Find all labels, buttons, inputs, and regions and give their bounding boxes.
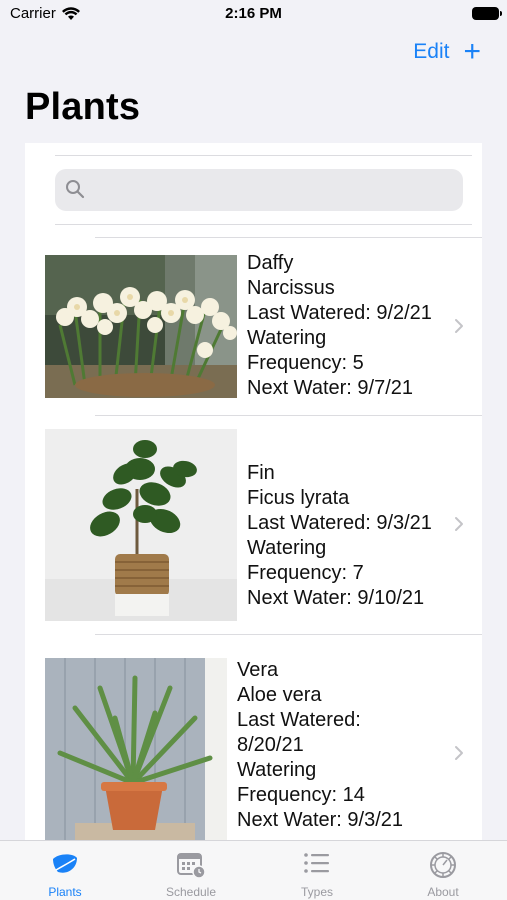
tab-about[interactable]: About (380, 841, 506, 900)
plant-details: Fin Ficus lyrata Last Watered: 9/3/21 Wa… (247, 461, 432, 611)
separator (55, 155, 472, 156)
chevron-right-icon (455, 319, 463, 333)
tab-label: Types (300, 885, 333, 899)
tab-plants[interactable]: Plants (2, 841, 128, 900)
tab-schedule[interactable]: Schedule (128, 841, 254, 900)
edit-button[interactable]: Edit (413, 40, 449, 64)
separator (55, 224, 472, 225)
next-water: Next Water: 9/7/21 (247, 377, 413, 399)
next-water: Next Water: 9/10/21 (247, 587, 425, 609)
plant-species: Aloe vera (237, 684, 322, 706)
last-watered: Last Watered: 9/2/21 (247, 302, 432, 324)
plant-species: Narcissus (247, 277, 335, 299)
last-watered-label: Last Watered: (237, 709, 361, 731)
status-time: 2:16 PM (225, 5, 282, 22)
plant-name: Fin (247, 462, 275, 484)
watering-label: Watering (247, 327, 327, 349)
tab-bar: Plants Schedule Types About (0, 840, 507, 900)
plant-name: Vera (237, 659, 279, 681)
watering-frequency: Frequency: 7 (247, 562, 364, 584)
watering-frequency: Frequency: 14 (237, 784, 365, 806)
next-water: Next Water: 9/3/21 (237, 809, 403, 831)
tab-types[interactable]: Types (254, 841, 380, 900)
plant-details: Vera Aloe vera Last Watered: 8/20/21 Wat… (237, 658, 403, 833)
add-plant-button[interactable]: + (463, 37, 481, 67)
watering-label: Watering (247, 537, 327, 559)
calendar-clock-icon (177, 853, 206, 879)
watering-frequency: Frequency: 5 (247, 352, 364, 374)
plant-species: Ficus lyrata (247, 487, 350, 509)
status-bar: Carrier 2:16 PM (0, 0, 507, 30)
chevron-right-icon (455, 746, 463, 760)
gear-icon (430, 852, 456, 878)
list-item[interactable]: Fin Ficus lyrata Last Watered: 9/3/21 Wa… (25, 416, 482, 634)
plant-name: Daffy (247, 252, 294, 274)
list-item[interactable]: Daffy Narcissus Last Watered: 9/2/21 Wat… (25, 238, 482, 415)
last-watered-date: 8/20/21 (237, 734, 304, 756)
search-input[interactable] (55, 169, 463, 211)
watering-label: Watering (237, 759, 317, 781)
tab-label: Schedule (165, 885, 217, 899)
tab-label: About (427, 885, 459, 899)
plant-photo (45, 658, 227, 843)
plant-details: Daffy Narcissus Last Watered: 9/2/21 Wat… (247, 251, 432, 401)
plant-photo (45, 255, 237, 398)
last-watered: Last Watered: 9/3/21 (247, 512, 432, 534)
battery-icon (472, 7, 502, 20)
tab-label: Plants (48, 885, 82, 899)
list-item[interactable]: Vera Aloe vera Last Watered: 8/20/21 Wat… (25, 635, 482, 843)
leaf-icon (53, 854, 77, 873)
search-icon (66, 180, 85, 199)
plant-photo (45, 429, 237, 621)
nav-actions: Edit + (413, 37, 481, 67)
page-title: Plants (25, 86, 141, 128)
chevron-right-icon (455, 517, 463, 531)
plant-list: Daffy Narcissus Last Watered: 9/2/21 Wat… (25, 143, 482, 843)
list-icon (304, 853, 329, 873)
